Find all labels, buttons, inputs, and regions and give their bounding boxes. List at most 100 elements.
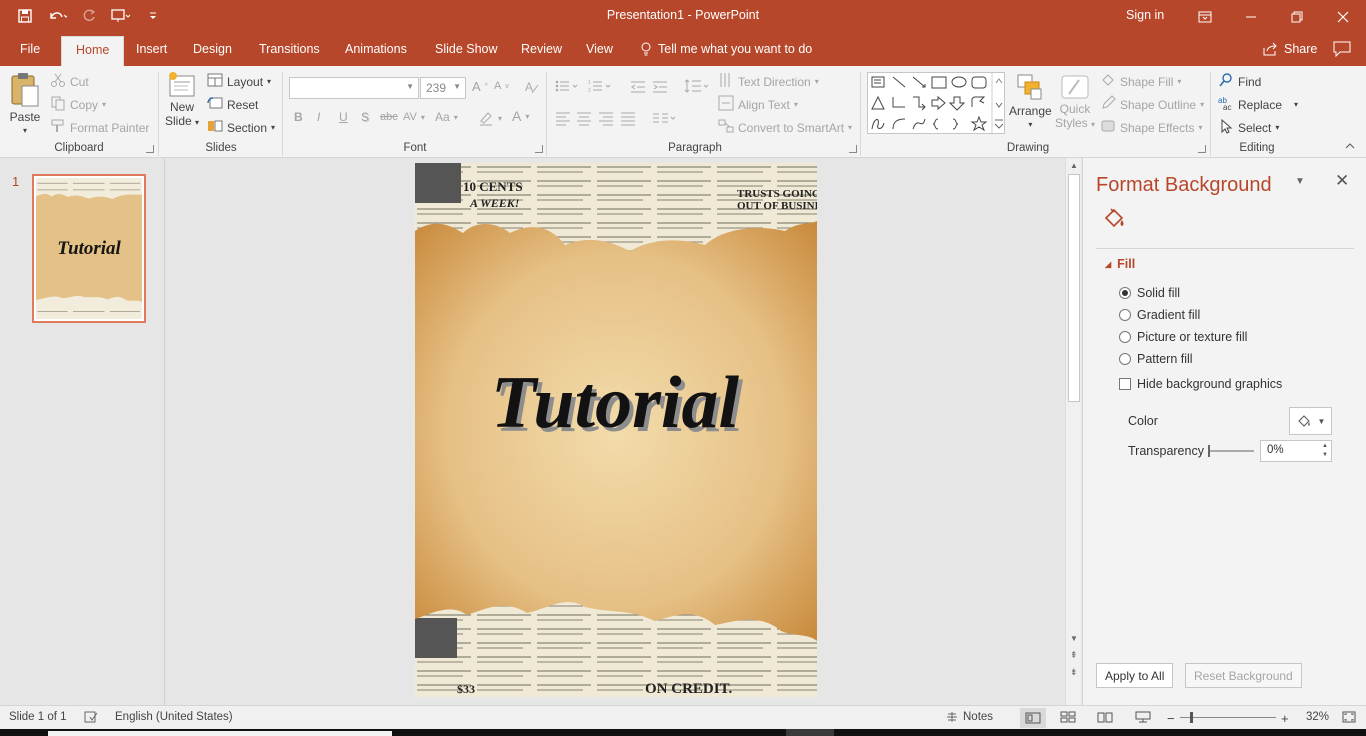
tab-view[interactable]: View	[586, 42, 613, 56]
reading-view-icon[interactable]	[1097, 711, 1113, 723]
pattern-fill-option[interactable]: Pattern fill	[1119, 352, 1193, 366]
tab-review[interactable]: Review	[521, 42, 562, 56]
tab-slide-show[interactable]: Slide Show	[435, 42, 498, 56]
picture-fill-option[interactable]: Picture or texture fill	[1119, 330, 1247, 344]
picture-fill-radio[interactable]	[1119, 331, 1131, 343]
zoom-slider-thumb[interactable]	[1190, 712, 1193, 723]
save-icon[interactable]	[14, 6, 36, 26]
numbering-icon[interactable]: 12	[588, 79, 614, 93]
fit-slide-icon[interactable]	[1342, 711, 1356, 723]
spin-down-icon[interactable]: ▼	[1322, 452, 1328, 458]
notes-button[interactable]: Notes	[946, 711, 993, 723]
close-icon[interactable]: ✕	[1335, 171, 1349, 191]
clipboard-launcher-icon[interactable]	[146, 145, 154, 153]
comments-icon[interactable]	[1333, 41, 1351, 57]
hide-graphics-checkbox[interactable]	[1119, 378, 1131, 390]
paste-button[interactable]: Paste ▾	[8, 72, 42, 135]
convert-smartart-button[interactable]: Convert to SmartArt ▾	[718, 118, 852, 137]
columns-icon[interactable]	[652, 110, 678, 126]
customize-qat-icon[interactable]	[142, 6, 164, 26]
tab-home[interactable]: Home	[61, 36, 125, 66]
fill-section-header[interactable]: ◢ Fill	[1105, 257, 1135, 271]
align-left-icon[interactable]	[555, 110, 571, 126]
paste-dropdown-icon[interactable]: ▾	[23, 126, 27, 135]
change-case-button[interactable]: Aa ▾	[435, 110, 458, 124]
slide-show-view-icon[interactable]	[1135, 711, 1151, 723]
pattern-fill-radio[interactable]	[1119, 353, 1131, 365]
font-name-combo[interactable]: ▼	[289, 77, 419, 99]
strikethrough-button[interactable]: abc	[380, 111, 398, 123]
paragraph-launcher-icon[interactable]	[849, 145, 857, 153]
text-direction-button[interactable]: Text Direction ▾	[718, 72, 819, 91]
previous-slide-icon[interactable]: ⇞	[1070, 650, 1078, 661]
underline-button[interactable]: U	[339, 110, 348, 124]
tab-transitions[interactable]: Transitions	[259, 42, 320, 56]
cut-button[interactable]: Cut	[50, 72, 89, 91]
pane-options-icon[interactable]: ▼	[1295, 176, 1305, 187]
redo-icon[interactable]	[78, 6, 100, 26]
fill-tab-icon[interactable]	[1101, 206, 1127, 232]
scroll-up-icon[interactable]: ▲	[1070, 161, 1078, 170]
shape-outline-button[interactable]: Shape Outline ▾	[1100, 95, 1204, 114]
align-center-icon[interactable]	[576, 110, 592, 126]
increase-indent-icon[interactable]	[652, 79, 668, 95]
taskbar-search-box[interactable]	[48, 731, 392, 736]
apply-to-all-button[interactable]: Apply to All	[1096, 663, 1174, 688]
start-from-beginning-icon[interactable]	[110, 6, 132, 26]
solid-fill-radio[interactable]	[1119, 287, 1131, 299]
section-button[interactable]: Section ▾	[207, 118, 275, 137]
bold-button[interactable]: B	[294, 110, 303, 124]
next-slide-icon[interactable]: ⇟	[1070, 667, 1078, 678]
scroll-down-icon[interactable]: ▼	[1070, 634, 1078, 643]
align-right-icon[interactable]	[598, 110, 614, 126]
zoom-slider-track[interactable]	[1180, 717, 1276, 718]
tab-design[interactable]: Design	[193, 42, 232, 56]
sign-in-link[interactable]: Sign in	[1126, 8, 1164, 22]
minimize-icon[interactable]	[1228, 0, 1274, 33]
shape-effects-button[interactable]: Shape Effects ▾	[1100, 118, 1203, 137]
hide-graphics-option[interactable]: Hide background graphics	[1119, 377, 1282, 391]
line-spacing-icon[interactable]	[684, 79, 710, 93]
slide-scrollbar[interactable]: ▲ ▼ ⇞ ⇟	[1065, 158, 1081, 705]
spin-up-icon[interactable]: ▲	[1322, 443, 1328, 449]
color-picker-button[interactable]: ▼	[1289, 407, 1332, 435]
close-window-icon[interactable]	[1320, 0, 1366, 33]
tell-me-box[interactable]: Tell me what you want to do	[640, 42, 812, 56]
slide-sorter-icon[interactable]	[1060, 711, 1076, 723]
restore-icon[interactable]	[1274, 0, 1320, 33]
scrollbar-thumb[interactable]	[1068, 174, 1080, 402]
slide-editing-area[interactable]: 10 CENTS A WEEK! TRUSTS GOING OUT OF BUS…	[166, 158, 1064, 705]
spell-check-icon[interactable]	[84, 711, 98, 723]
taskbar-app-button[interactable]	[786, 729, 834, 736]
copy-dropdown-icon[interactable]: ▾	[102, 100, 106, 109]
collapse-ribbon-icon[interactable]	[1345, 142, 1355, 150]
gradient-fill-radio[interactable]	[1119, 309, 1131, 321]
italic-button[interactable]: I	[317, 110, 320, 124]
text-shadow-button[interactable]: S	[361, 110, 369, 124]
share-button[interactable]: Share	[1262, 42, 1317, 56]
slide-thumbnail[interactable]: Tutorial	[32, 174, 146, 323]
zoom-in-icon[interactable]: +	[1281, 711, 1289, 726]
character-spacing-button[interactable]: AV ▾	[403, 111, 425, 123]
decrease-indent-icon[interactable]	[630, 79, 646, 95]
clear-formatting-icon[interactable]: A	[524, 79, 540, 95]
format-painter-button[interactable]: Format Painter	[50, 118, 149, 137]
reset-button[interactable]: Reset	[207, 95, 258, 114]
undo-icon[interactable]	[46, 6, 68, 26]
tab-insert[interactable]: Insert	[136, 42, 167, 56]
shapes-gallery[interactable]	[867, 72, 1005, 135]
font-color-icon[interactable]: A ▾	[512, 108, 529, 124]
zoom-out-icon[interactable]: −	[1167, 711, 1175, 726]
increase-font-size-icon[interactable]: A ^	[472, 79, 488, 94]
transparency-slider-thumb[interactable]	[1208, 445, 1210, 457]
select-button[interactable]: Select ▾	[1218, 118, 1279, 137]
gradient-fill-option[interactable]: Gradient fill	[1119, 308, 1200, 322]
slide-canvas[interactable]: 10 CENTS A WEEK! TRUSTS GOING OUT OF BUS…	[415, 163, 817, 697]
find-button[interactable]: Find	[1218, 72, 1261, 91]
copy-button[interactable]: Copy ▾	[50, 95, 106, 114]
transparency-slider-track[interactable]	[1208, 450, 1254, 452]
arrange-button[interactable]: Arrange ▾	[1009, 72, 1052, 129]
solid-fill-option[interactable]: Solid fill	[1119, 286, 1180, 300]
new-slide-button[interactable]: New Slide ▾	[165, 70, 199, 128]
highlight-color-icon[interactable]: ▾	[478, 110, 502, 126]
